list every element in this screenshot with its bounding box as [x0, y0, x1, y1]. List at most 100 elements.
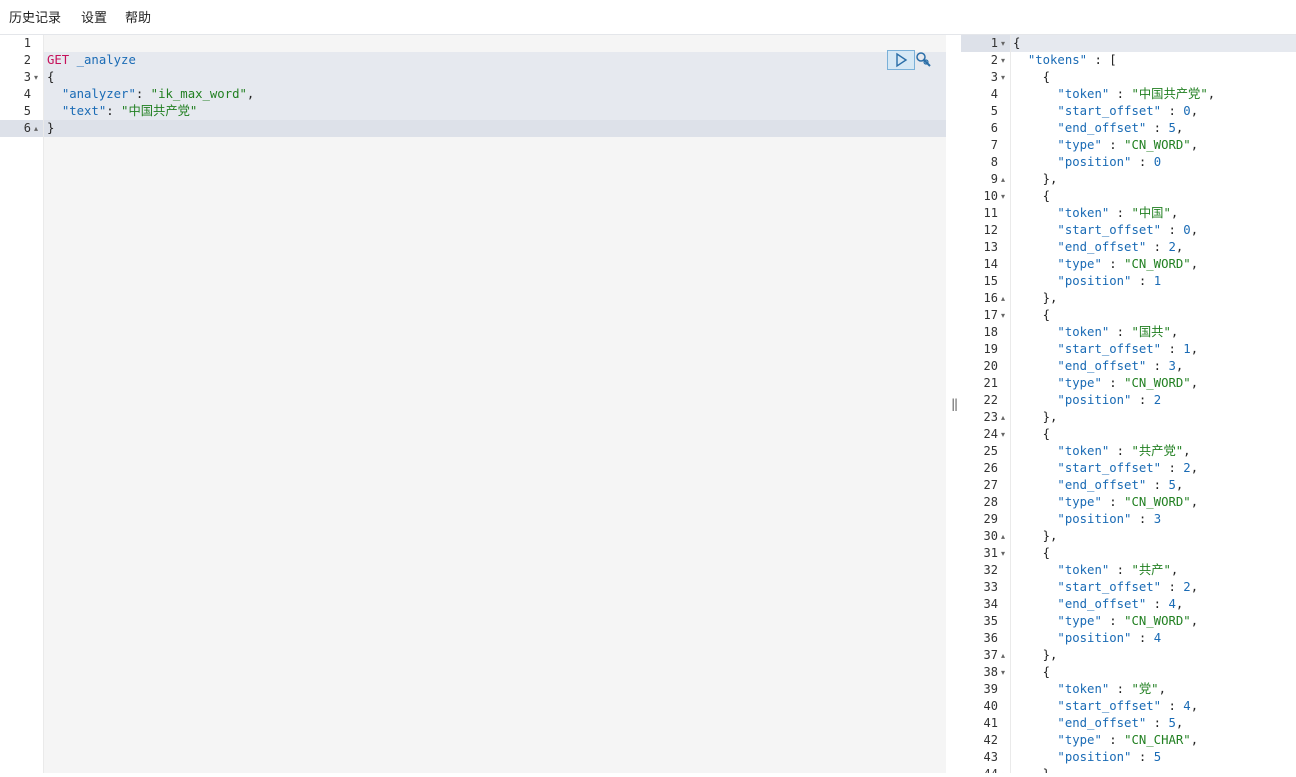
- code-line[interactable]: "token" : "中国共产党",: [1013, 86, 1215, 103]
- code-line[interactable]: "type" : "CN_WORD",: [1013, 375, 1198, 392]
- line-number: 3: [23, 70, 31, 84]
- fold-toggle-icon[interactable]: ▾: [31, 69, 41, 86]
- code-line[interactable]: "text": "中国共产党": [47, 103, 198, 120]
- code-line[interactable]: },: [1013, 528, 1058, 545]
- menu-help[interactable]: 帮助: [125, 7, 151, 26]
- fold-toggle-icon[interactable]: ▾: [998, 307, 1008, 324]
- line-number: 26: [983, 461, 998, 475]
- line-number: 18: [983, 325, 998, 339]
- code-line[interactable]: {: [1013, 545, 1050, 562]
- menu-settings[interactable]: 设置: [81, 7, 107, 26]
- code-line[interactable]: {: [1013, 69, 1050, 86]
- line-number: 9: [990, 172, 998, 186]
- code-line[interactable]: "start_offset" : 1,: [1013, 341, 1198, 358]
- fold-toggle-icon[interactable]: ▴: [998, 409, 1008, 426]
- fold-toggle-icon[interactable]: ▾: [998, 69, 1008, 86]
- fold-toggle-icon[interactable]: ▴: [998, 528, 1008, 545]
- fold-toggle-icon[interactable]: ▾: [998, 426, 1008, 443]
- line-number: 29: [983, 512, 998, 526]
- code-line[interactable]: "type" : "CN_WORD",: [1013, 613, 1198, 630]
- fold-toggle-icon[interactable]: ▾: [998, 188, 1008, 205]
- line-number: 16: [983, 291, 998, 305]
- code-line[interactable]: {: [1013, 426, 1050, 443]
- line-number: 40: [983, 699, 998, 713]
- code-line[interactable]: },: [1013, 171, 1058, 188]
- fold-toggle-icon[interactable]: ▾: [998, 35, 1008, 52]
- code-line[interactable]: "token" : "党",: [1013, 681, 1166, 698]
- code-line[interactable]: "end_offset" : 5,: [1013, 120, 1183, 137]
- code-line[interactable]: {: [1013, 188, 1050, 205]
- code-line[interactable]: },: [1013, 409, 1058, 426]
- code-line[interactable]: "position" : 2: [1013, 392, 1161, 409]
- fold-toggle-icon[interactable]: ▾: [998, 664, 1008, 681]
- code-line[interactable]: {: [1013, 307, 1050, 324]
- menu-history[interactable]: 历史记录: [9, 7, 61, 26]
- code-line[interactable]: "type" : "CN_WORD",: [1013, 494, 1198, 511]
- fold-toggle-icon[interactable]: ▾: [998, 52, 1008, 69]
- line-number: 1: [990, 36, 998, 50]
- line-number: 6: [990, 121, 998, 135]
- code-line[interactable]: "position" : 1: [1013, 273, 1161, 290]
- line-number: 4: [23, 87, 31, 101]
- fold-toggle-icon[interactable]: ▴: [998, 290, 1008, 307]
- code-line[interactable]: "start_offset" : 0,: [1013, 103, 1198, 120]
- code-line[interactable]: "start_offset" : 2,: [1013, 579, 1198, 596]
- fold-toggle-icon[interactable]: ▴: [998, 171, 1008, 188]
- code-line[interactable]: "analyzer": "ik_max_word",: [47, 86, 255, 103]
- code-line[interactable]: "type" : "CN_CHAR",: [1013, 732, 1198, 749]
- code-line[interactable]: "token" : "共产党",: [1013, 443, 1190, 460]
- request-settings-button[interactable]: [915, 51, 933, 69]
- code-line[interactable]: "start_offset" : 0,: [1013, 222, 1198, 239]
- line-number: 43: [983, 750, 998, 764]
- line-number: 7: [990, 138, 998, 152]
- line-number: 21: [983, 376, 998, 390]
- code-line[interactable]: GET _analyze: [47, 52, 136, 69]
- code-line[interactable]: "position" : 0: [1013, 154, 1161, 171]
- code-line[interactable]: "start_offset" : 4,: [1013, 698, 1198, 715]
- code-line[interactable]: },: [1013, 290, 1058, 307]
- line-number: 28: [983, 495, 998, 509]
- fold-toggle-icon[interactable]: ▾: [998, 545, 1008, 562]
- code-line[interactable]: "end_offset" : 3,: [1013, 358, 1183, 375]
- fold-toggle-icon[interactable]: ▴: [998, 647, 1008, 664]
- code-line[interactable]: "end_offset" : 4,: [1013, 596, 1183, 613]
- code-line[interactable]: "end_offset" : 5,: [1013, 477, 1183, 494]
- line-number: 2: [23, 53, 31, 67]
- code-line[interactable]: }: [47, 120, 54, 137]
- line-number: 39: [983, 682, 998, 696]
- response-editor[interactable]: 1 ▾{2 ▾ "tokens" : [3 ▾ {4 "token" : "中国共产党…: [961, 35, 1296, 773]
- code-line[interactable]: },: [1013, 647, 1058, 664]
- panel-resizer[interactable]: ‖: [951, 397, 958, 411]
- line-number: 4: [990, 87, 998, 101]
- line-number: 34: [983, 597, 998, 611]
- response-current-line: [1011, 35, 1296, 52]
- code-line[interactable]: "token" : "共产",: [1013, 562, 1178, 579]
- send-request-button[interactable]: [887, 50, 915, 70]
- fold-toggle-icon[interactable]: ▴: [998, 766, 1008, 773]
- code-line[interactable]: "type" : "CN_WORD",: [1013, 256, 1198, 273]
- code-line[interactable]: "start_offset" : 2,: [1013, 460, 1198, 477]
- line-number: 5: [990, 104, 998, 118]
- code-line[interactable]: "end_offset" : 2,: [1013, 239, 1183, 256]
- line-number: 11: [983, 206, 998, 220]
- code-line[interactable]: {: [1013, 664, 1050, 681]
- code-line[interactable]: "token" : "国共",: [1013, 324, 1178, 341]
- code-line[interactable]: "position" : 5: [1013, 749, 1161, 766]
- code-line[interactable]: "position" : 4: [1013, 630, 1161, 647]
- code-line[interactable]: "end_offset" : 5,: [1013, 715, 1183, 732]
- line-number: 1: [23, 36, 31, 50]
- code-line[interactable]: "type" : "CN_WORD",: [1013, 137, 1198, 154]
- code-line[interactable]: "position" : 3: [1013, 511, 1161, 528]
- code-line[interactable]: {: [47, 69, 54, 86]
- fold-toggle-icon[interactable]: ▴: [31, 120, 41, 137]
- line-number: 38: [983, 665, 998, 679]
- request-gutter: [0, 35, 44, 773]
- line-number: 6: [23, 121, 31, 135]
- play-icon: [896, 52, 908, 68]
- line-number: 31: [983, 546, 998, 560]
- code-line[interactable]: {: [1013, 35, 1020, 52]
- request-editor[interactable]: 1 2 GET _analyze 3 ▾ {4 "analyzer": "ik_max_w…: [0, 35, 946, 773]
- code-line[interactable]: }: [1013, 766, 1050, 773]
- code-line[interactable]: "token" : "中国",: [1013, 205, 1178, 222]
- code-line[interactable]: "tokens" : [: [1013, 52, 1117, 69]
